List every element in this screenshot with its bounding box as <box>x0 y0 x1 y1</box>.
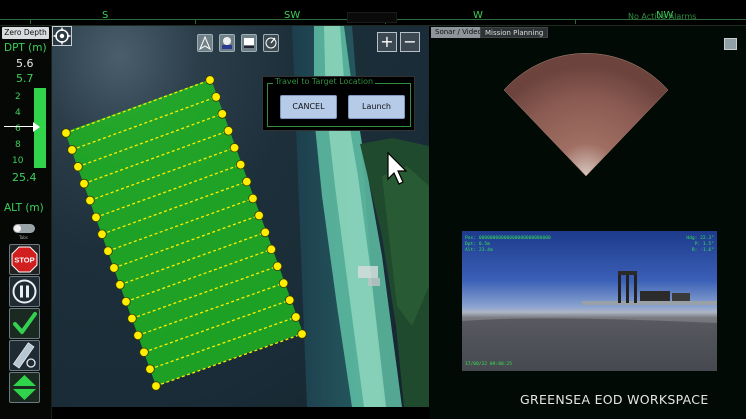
alarms-status: No Active Alarms <box>628 12 697 21</box>
checkmark-icon <box>13 312 37 334</box>
depth-gauge-tick: 2 <box>15 92 21 102</box>
waypoint-marker[interactable] <box>278 278 289 288</box>
heading-icon[interactable] <box>263 34 279 52</box>
waypoint-marker[interactable] <box>235 159 246 170</box>
video-osd-left: Pos: 00000000000000000000000000 Dpt: 0.5… <box>465 236 551 254</box>
tab-mission-planning[interactable]: Mission Planning <box>480 27 549 38</box>
waypoint-marker[interactable] <box>266 244 277 255</box>
waypoint-marker[interactable] <box>115 280 125 290</box>
pause-button[interactable] <box>9 276 40 307</box>
waypoint-marker[interactable] <box>217 109 227 119</box>
building <box>368 278 380 286</box>
waypoint-marker[interactable] <box>91 212 101 223</box>
sonar-fan <box>504 53 668 177</box>
tabs-toggle[interactable] <box>13 224 35 233</box>
waypoint-marker[interactable] <box>248 193 258 204</box>
crosshair-icon[interactable] <box>52 26 72 46</box>
waypoint-marker[interactable] <box>223 126 234 136</box>
zoom-out-button[interactable]: − <box>400 32 420 52</box>
waypoint-marker[interactable] <box>145 364 155 374</box>
waypoint-marker[interactable] <box>133 330 143 341</box>
up-down-arrows-icon <box>13 375 36 400</box>
waypoint-marker[interactable] <box>61 128 71 138</box>
compass-heading-label: S <box>102 10 109 21</box>
compass-heading-label: SW <box>284 10 301 21</box>
video-feed: Pos: 00000000000000000000000000 Dpt: 0.5… <box>462 231 717 371</box>
depth-pointer-icon <box>33 122 40 132</box>
depth-gauge: 2 4 6 8 10 <box>0 88 52 170</box>
waypoint-marker[interactable] <box>242 176 252 187</box>
waypoint-marker[interactable] <box>229 143 240 153</box>
waypoint-marker[interactable] <box>205 75 215 85</box>
panel-settings-icon[interactable] <box>724 38 737 50</box>
zoom-in-button[interactable]: + <box>377 32 397 52</box>
waypoint-marker[interactable] <box>272 261 283 271</box>
sensor-panel: Sonar / Video Mission Planning Pos: 0000… <box>430 26 746 419</box>
osd-timestamp: 17/08/22 09:08:25 <box>465 362 513 367</box>
waypoint-marker[interactable] <box>151 381 161 391</box>
waypoint-marker[interactable] <box>139 347 149 357</box>
osd-roll: R: -1.6° <box>691 248 714 253</box>
workspace-title: GREENSEA EOD WORKSPACE <box>520 392 709 407</box>
depth-value: 5.6 <box>16 57 34 70</box>
waypoint-marker[interactable] <box>291 312 301 322</box>
waypoint-marker[interactable] <box>97 229 107 239</box>
depth-gauge-tick: 4 <box>15 108 21 118</box>
tabs-toggle-label: Tabs <box>19 235 28 240</box>
north-arrow-icon[interactable] <box>197 34 213 52</box>
waypoint-marker[interactable] <box>67 145 77 155</box>
launch-button[interactable]: Launch <box>348 95 405 119</box>
measure-tool-button[interactable] <box>9 340 40 371</box>
compass-heading-cursor <box>347 12 397 23</box>
waypoint-marker[interactable] <box>127 313 137 324</box>
confirm-button[interactable] <box>9 308 40 339</box>
waypoint-marker[interactable] <box>73 162 83 172</box>
osd-altitude: Alt: 23.4m <box>465 248 493 253</box>
waypoint-marker[interactable] <box>79 178 89 189</box>
travel-to-target-dialog: Travel to Target Location CANCEL Launch <box>262 76 415 131</box>
depth-target-value: 5.7 <box>16 72 34 85</box>
compass-tick <box>30 19 31 24</box>
waypoint-marker[interactable] <box>260 227 270 238</box>
altitude-label: ALT (m) <box>4 202 44 214</box>
sonar-display <box>503 53 669 177</box>
cancel-button[interactable]: CANCEL <box>280 95 337 119</box>
waypoint-marker[interactable] <box>285 295 295 305</box>
building <box>358 266 378 278</box>
compass-heading-strip: S SW W NW No Active Alarms <box>0 0 746 26</box>
compass-tick <box>195 19 196 24</box>
waypoint-marker[interactable] <box>297 329 307 339</box>
stop-label: STOP <box>14 256 34 265</box>
waypoint-marker[interactable] <box>121 296 131 307</box>
dialog-title: Travel to Target Location <box>273 77 376 86</box>
waypoint-marker[interactable] <box>109 263 119 273</box>
layers-icon[interactable] <box>219 34 235 52</box>
ascend-descend-button[interactable] <box>9 372 40 403</box>
stop-sign-icon: STOP <box>11 246 38 273</box>
compass-tick <box>575 19 576 24</box>
zero-depth-button[interactable]: Zero Depth <box>2 27 49 39</box>
waypoint-marker[interactable] <box>103 246 113 256</box>
waypoint-marker[interactable] <box>254 210 264 221</box>
stop-button[interactable]: STOP <box>9 244 40 275</box>
tab-sonar-video[interactable]: Sonar / Video <box>431 27 486 38</box>
depth-gauge-tick: 8 <box>15 140 21 150</box>
waypoint-marker[interactable] <box>85 195 95 206</box>
ruler-icon <box>12 342 36 369</box>
depth-gauge-tick: 10 <box>12 156 24 166</box>
waypoint-marker[interactable] <box>211 92 221 102</box>
bottom-depth-value: 25.4 <box>12 171 37 184</box>
depth-label: DPT (m) <box>4 42 47 54</box>
depth-gauge-marker <box>4 126 34 127</box>
sonar-overlay-icon[interactable] <box>241 34 257 52</box>
video-osd-right: Hdg: 22.3° P: 1.5° R: -1.6° <box>686 236 714 254</box>
vehicle-status-panel: Zero Depth DPT (m) 5.6 5.7 2 4 6 8 10 25… <box>0 26 52 419</box>
pause-icon <box>12 279 37 304</box>
compass-heading-label: W <box>473 10 483 21</box>
